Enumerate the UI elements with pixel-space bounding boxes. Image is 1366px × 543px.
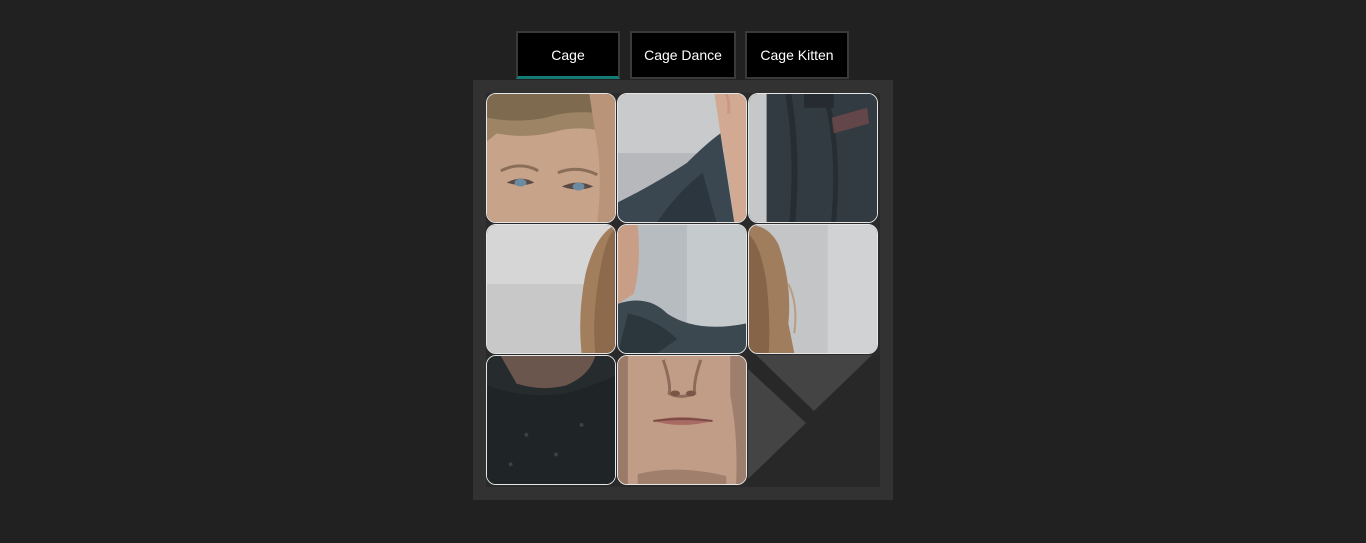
image-tabs: Cage Cage Dance Cage Kitten <box>0 31 1366 79</box>
tab-cage-kitten[interactable]: Cage Kitten <box>745 31 849 79</box>
tab-cage[interactable]: Cage <box>516 31 620 79</box>
tile-image-hair-left <box>487 225 615 353</box>
puzzle-tile[interactable] <box>617 224 747 354</box>
tile-image-ear-scarf <box>618 94 746 222</box>
puzzle-tile[interactable] <box>748 224 878 354</box>
tile-image-scarf <box>749 94 877 222</box>
tab-cage-dance[interactable]: Cage Dance <box>630 31 736 79</box>
puzzle-tile[interactable] <box>486 355 616 485</box>
puzzle-tile[interactable] <box>617 355 747 485</box>
puzzle-tile[interactable] <box>617 93 747 223</box>
tile-image-hair-right <box>749 225 877 353</box>
puzzle-tile[interactable] <box>486 93 616 223</box>
empty-slot <box>748 355 880 487</box>
tile-image-eyes <box>487 94 615 222</box>
tile-image-nose-mouth <box>618 356 746 484</box>
puzzle-tile[interactable] <box>486 224 616 354</box>
puzzle-board <box>486 93 880 487</box>
tile-image-neck-collar <box>618 225 746 353</box>
puzzle-tile[interactable] <box>748 93 878 223</box>
tile-image-chin-coat <box>487 356 615 484</box>
